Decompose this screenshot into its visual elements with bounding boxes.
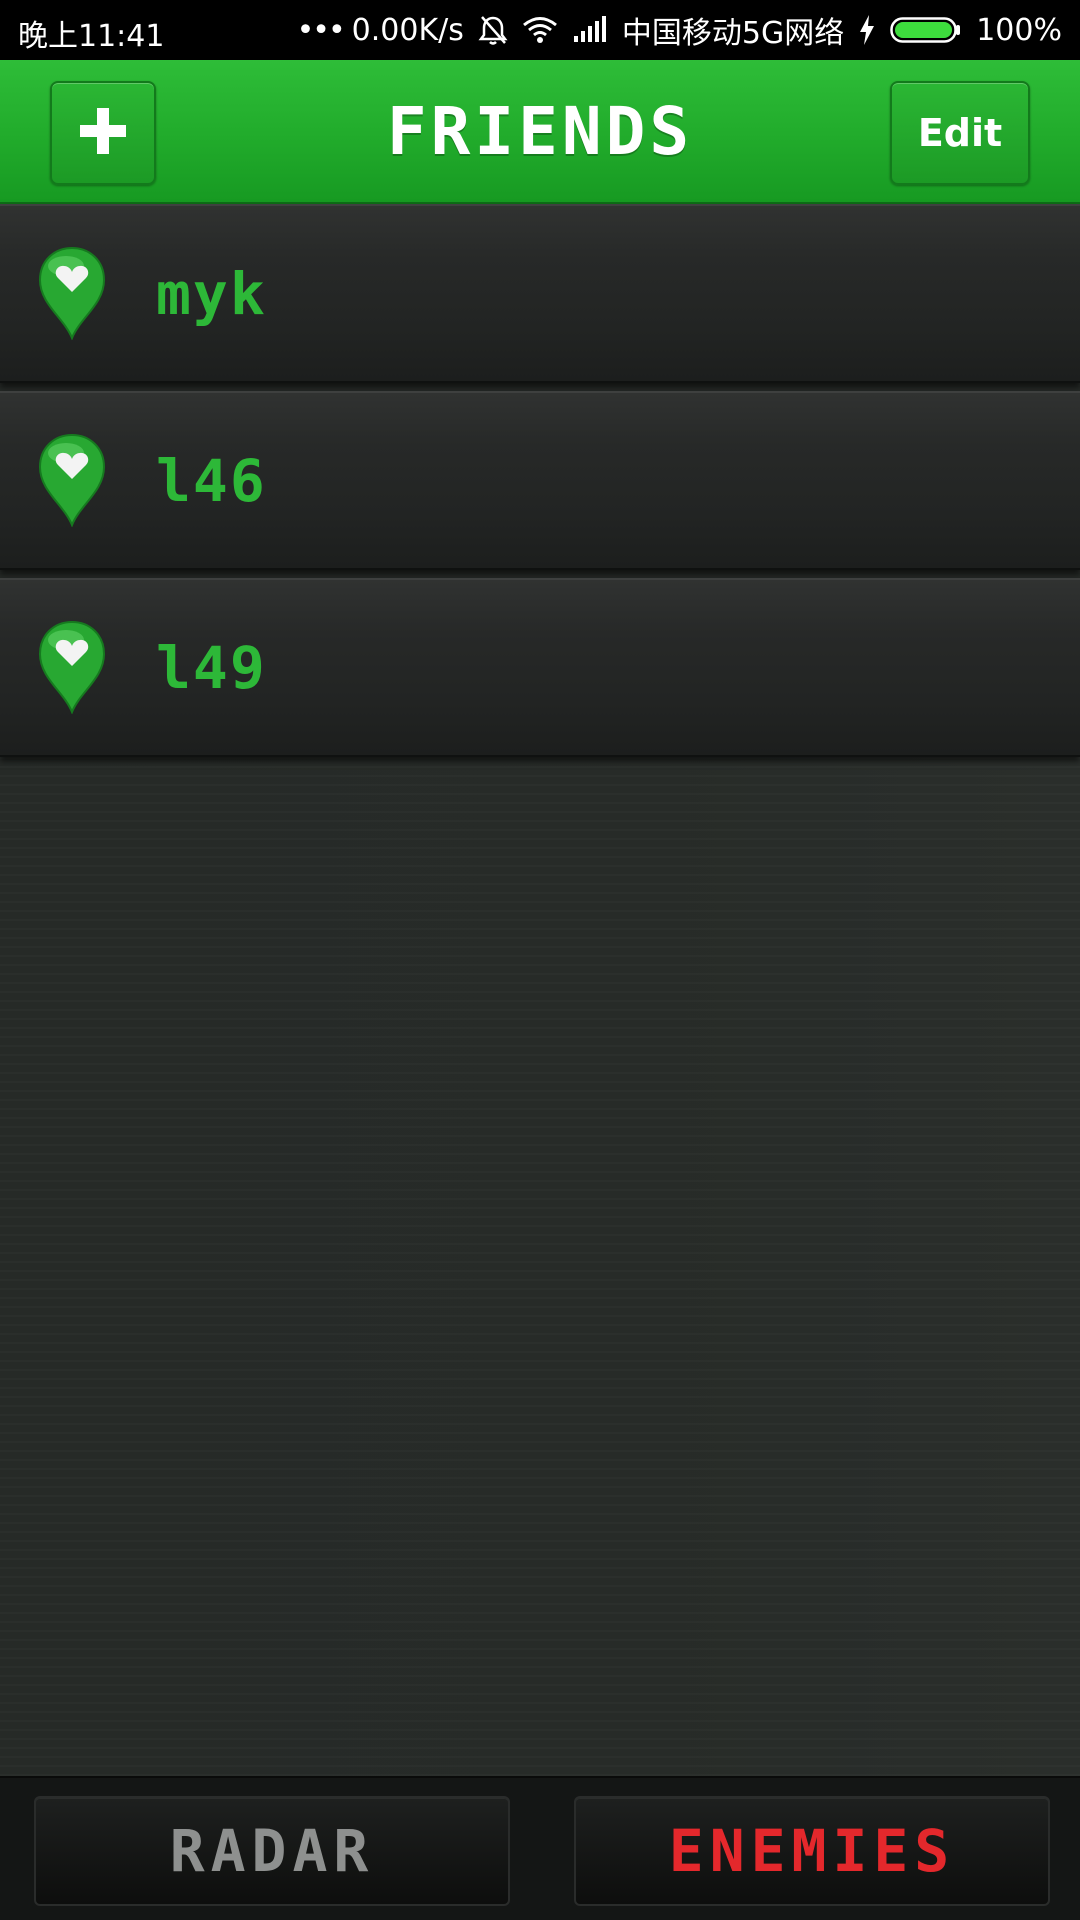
more-dots-icon: ••• bbox=[296, 12, 346, 48]
battery-percent: 100% bbox=[976, 12, 1062, 48]
friend-row[interactable]: myk bbox=[0, 204, 1080, 383]
list-background bbox=[0, 748, 1080, 1776]
edit-button[interactable]: Edit bbox=[890, 81, 1030, 185]
heart-pin-icon bbox=[36, 244, 108, 341]
friend-name: l46 bbox=[156, 447, 267, 515]
friend-row[interactable]: l49 bbox=[0, 578, 1080, 757]
heart-pin-icon bbox=[36, 431, 108, 528]
wifi-icon bbox=[522, 16, 558, 44]
screen: 晚上11:41 ••• 0.00K/s 中国移动5G网络 100% FRIEND… bbox=[0, 0, 1080, 1920]
plus-icon bbox=[77, 105, 129, 161]
bell-muted-icon bbox=[478, 14, 508, 46]
carrier-label: 中国移动5G网络 bbox=[621, 16, 845, 51]
add-friend-button[interactable] bbox=[50, 81, 156, 185]
status-right: ••• 0.00K/s 中国移动5G网络 100% bbox=[297, 0, 1062, 60]
friend-list: myk l46 l49 bbox=[0, 204, 1080, 765]
friend-name: l49 bbox=[156, 634, 267, 702]
friend-row[interactable]: l46 bbox=[0, 391, 1080, 570]
signal-icon bbox=[572, 16, 608, 44]
net-speed: 0.00K/s bbox=[351, 12, 464, 48]
friend-name: myk bbox=[156, 260, 267, 328]
charging-bolt-icon bbox=[858, 15, 876, 45]
status-time: 晚上11:41 bbox=[18, 19, 165, 54]
status-bar: 晚上11:41 ••• 0.00K/s 中国移动5G网络 100% bbox=[0, 0, 1080, 60]
app-header: FRIENDS Edit bbox=[0, 60, 1080, 204]
bottom-tab-bar: RADAR ENEMIES bbox=[0, 1776, 1080, 1920]
radar-tab[interactable]: RADAR bbox=[34, 1796, 510, 1906]
battery-icon bbox=[890, 15, 962, 45]
enemies-tab[interactable]: ENEMIES bbox=[574, 1796, 1050, 1906]
heart-pin-icon bbox=[36, 618, 108, 715]
